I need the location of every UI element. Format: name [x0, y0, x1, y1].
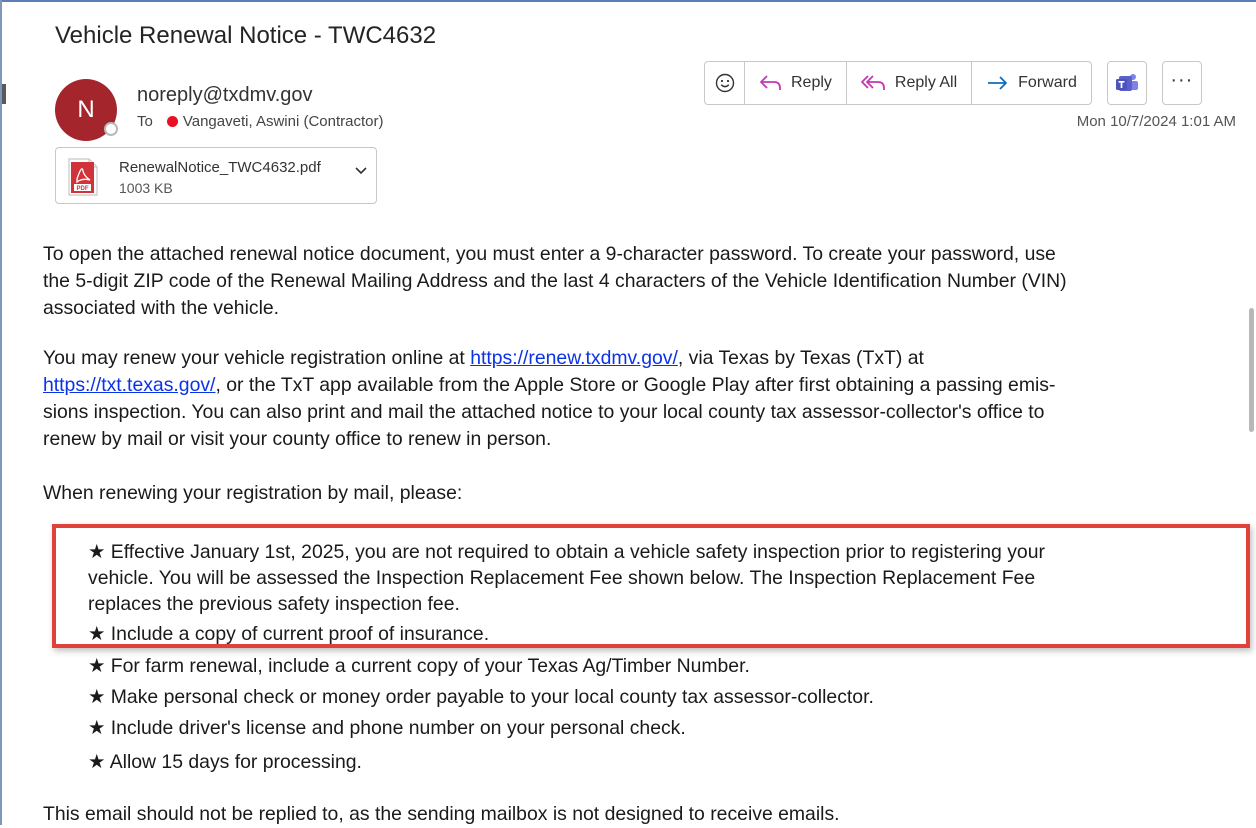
reply-icon: [759, 74, 783, 92]
forward-button[interactable]: Forward: [972, 62, 1091, 104]
body-paragraph-renew-line-4: renew by mail or visit your county offic…: [43, 428, 552, 450]
bullet-payment: ★ Make personal check or money order pay…: [88, 686, 874, 708]
sender-address[interactable]: noreply@txdmv.gov: [137, 84, 313, 107]
forward-icon: [986, 74, 1010, 92]
body-paragraph-password-line-3: associated with the vehicle.: [43, 297, 280, 319]
pdf-file-icon: PDF: [68, 158, 98, 196]
teams-icon: [1115, 74, 1138, 91]
bullet-drivers-license: ★ Include driver's license and phone num…: [88, 717, 686, 739]
attachment-size: 1003 KB: [119, 180, 173, 196]
body-paragraph-renew-line-1: You may renew your vehicle registration …: [43, 345, 924, 372]
presence-status-icon: [104, 122, 118, 136]
smiley-icon: [715, 73, 734, 93]
body-paragraph-renew-line-3: sions inspection. You can also print and…: [43, 401, 1045, 423]
reaction-button[interactable]: [705, 62, 745, 104]
to-label: To: [137, 113, 153, 130]
reply-all-button[interactable]: Reply All: [847, 62, 973, 104]
reply-label: Reply: [791, 74, 832, 91]
more-icon: ···: [1170, 69, 1194, 91]
received-timestamp: Mon 10/7/2024 1:01 AM: [1076, 113, 1236, 130]
attachment-card[interactable]: PDF RenewalNotice_TWC4632.pdf 1003 KB: [55, 147, 377, 204]
body-paragraph-renew-line-2: https://txt.texas.gov/, or the TxT app a…: [43, 372, 1055, 399]
renew-txdmv-link[interactable]: https://renew.txdmv.gov/: [470, 347, 678, 369]
busy-status-icon: [166, 116, 178, 127]
reply-all-label: Reply All: [894, 74, 958, 91]
reply-button-group: Reply Reply All Forward: [704, 61, 1092, 105]
pane-resize-handle[interactable]: [2, 84, 6, 104]
bullet-processing-time: ★ Allow 15 days for processing.: [88, 751, 362, 773]
txt-texas-link[interactable]: https://txt.texas.gov/: [43, 374, 215, 396]
more-actions-button[interactable]: ···: [1161, 61, 1202, 105]
recipient-line: To Vangaveti, Aswini (Contractor): [137, 113, 383, 130]
window-left-border: [0, 0, 2, 825]
chevron-down-icon[interactable]: [354, 166, 368, 176]
recipient-name[interactable]: Vangaveti, Aswini (Contractor): [183, 113, 384, 130]
teams-share-button[interactable]: [1106, 61, 1147, 105]
body-paragraph-password-line-1: To open the attached renewal notice docu…: [43, 243, 1056, 265]
renew-text-2: , via Texas by Texas (TxT) at: [677, 347, 924, 369]
renew-text-1: You may renew your vehicle registration …: [43, 347, 471, 369]
message-toolbar: Reply Reply All Forward ···: [704, 61, 1202, 105]
bullet-farm-renewal: ★ For farm renewal, include a current co…: [88, 655, 750, 677]
body-paragraph-password-line-2: the 5-digit ZIP code of the Renewal Mail…: [43, 270, 1067, 292]
vertical-scrollbar-thumb[interactable]: [1249, 308, 1254, 432]
pdf-type-label: PDF: [77, 186, 89, 192]
reply-all-icon: [861, 74, 887, 92]
body-paragraph-mail-intro: When renewing your registration by mail,…: [43, 482, 463, 504]
window-top-border: [0, 0, 1256, 2]
forward-label: Forward: [1018, 74, 1077, 91]
avatar-initial: N: [77, 96, 95, 123]
reply-button[interactable]: Reply: [745, 62, 847, 104]
highlight-annotation-box: [52, 524, 1250, 648]
email-subject: Vehicle Renewal Notice - TWC4632: [55, 22, 437, 49]
body-footer-note: This email should not be replied to, as …: [43, 803, 840, 825]
renew-text-3: , or the TxT app available from the Appl…: [215, 374, 1056, 396]
attachment-filename: RenewalNotice_TWC4632.pdf: [119, 159, 321, 176]
